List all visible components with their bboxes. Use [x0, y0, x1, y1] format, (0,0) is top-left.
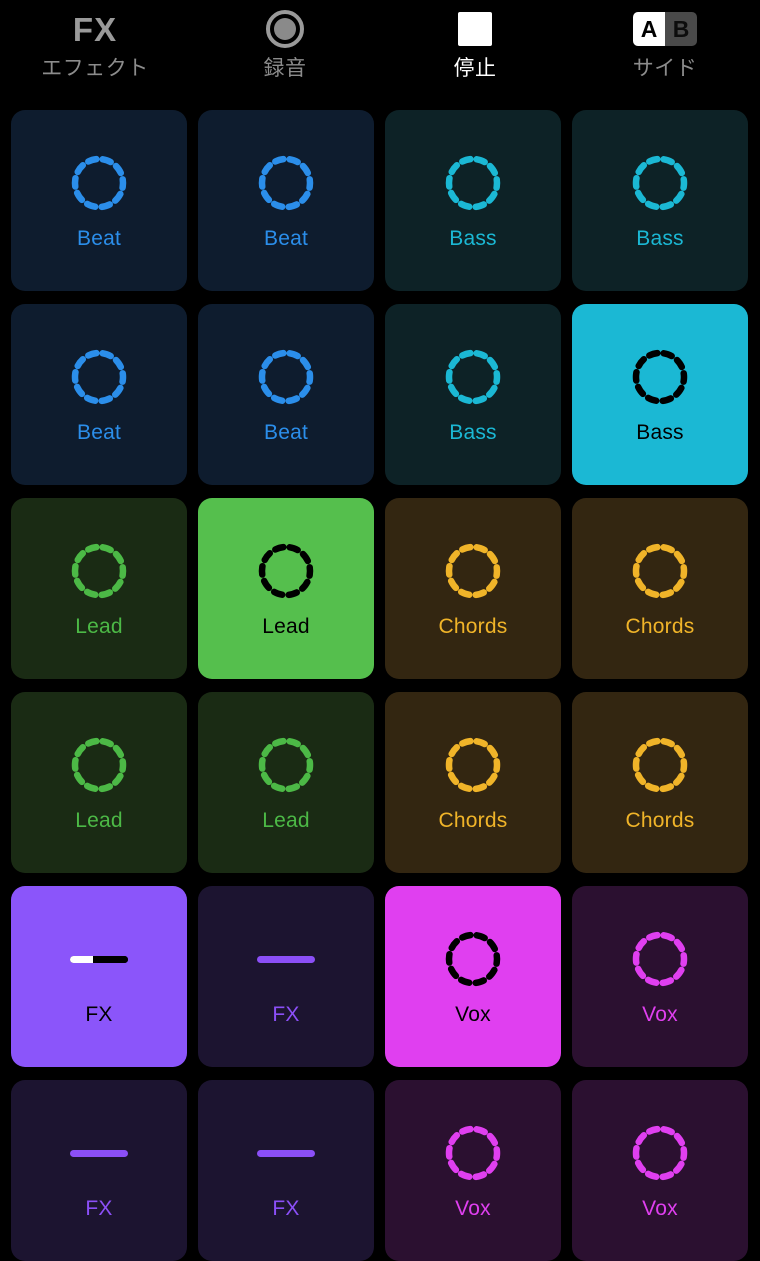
- pad-fx-16[interactable]: FX: [11, 886, 187, 1067]
- pad-fx-21[interactable]: FX: [198, 1080, 374, 1261]
- pad-label: Beat: [264, 227, 308, 250]
- pad-beat-1[interactable]: Beat: [198, 110, 374, 291]
- pad-label: Beat: [77, 421, 121, 444]
- toolbar-button-stop[interactable]: 停止: [380, 2, 570, 100]
- dashed-circle-icon: [629, 734, 691, 796]
- toolbar-button-record[interactable]: 録音: [190, 2, 380, 100]
- pad-label: FX: [272, 1197, 300, 1220]
- dashed-circle-icon: [68, 734, 130, 796]
- fx-icon-label: FX: [72, 10, 118, 48]
- record-ring: [266, 10, 304, 48]
- dashed-circle-icon: [442, 928, 504, 990]
- pad-label: Chords: [438, 615, 508, 638]
- pad-label: Lead: [75, 615, 123, 638]
- toolbar-button-side[interactable]: A B サイド: [570, 2, 760, 100]
- dashed-circle-icon: [629, 928, 691, 990]
- dashed-circle-icon: [442, 1122, 504, 1184]
- pad-label: FX: [85, 1003, 113, 1026]
- dashed-circle-icon: [255, 346, 317, 408]
- pad-label: Chords: [625, 615, 695, 638]
- top-toolbar: FX エフェクト 録音 停止 A B サイド: [0, 0, 760, 100]
- pad-fx-20[interactable]: FX: [11, 1080, 187, 1261]
- pad-bass-3[interactable]: Bass: [572, 110, 748, 291]
- pad-label: Vox: [642, 1197, 678, 1220]
- ab-toggle-a[interactable]: A: [633, 12, 665, 46]
- pad-chords-11[interactable]: Chords: [572, 498, 748, 679]
- pad-bass-2[interactable]: Bass: [385, 110, 561, 291]
- pad-label: Vox: [455, 1003, 491, 1026]
- loop-pad-grid: Beat Beat Bass Bass Beat Beat Bass Bass Lead Lead…: [11, 110, 749, 1261]
- toolbar-label-effects: エフェクト: [41, 57, 149, 80]
- pad-bass-6[interactable]: Bass: [385, 304, 561, 485]
- slider-icon: [255, 1122, 317, 1184]
- pad-lead-13[interactable]: Lead: [198, 692, 374, 873]
- record-dot: [274, 18, 296, 40]
- stop-icon: [458, 6, 492, 52]
- pad-label: Bass: [449, 227, 497, 250]
- toolbar-label-stop: 停止: [453, 57, 497, 80]
- dashed-circle-icon: [68, 540, 130, 602]
- dashed-circle-icon: [442, 734, 504, 796]
- stop-square: [458, 12, 492, 46]
- dashed-circle-icon: [442, 152, 504, 214]
- dashed-circle-icon: [629, 346, 691, 408]
- pad-lead-9[interactable]: Lead: [198, 498, 374, 679]
- pad-bass-7[interactable]: Bass: [572, 304, 748, 485]
- pad-vox-23[interactable]: Vox: [572, 1080, 748, 1261]
- pad-label: Chords: [625, 809, 695, 832]
- pad-lead-12[interactable]: Lead: [11, 692, 187, 873]
- ab-toggle-b[interactable]: B: [665, 12, 697, 46]
- pad-label: Bass: [636, 227, 684, 250]
- pad-label: Bass: [636, 421, 684, 444]
- pad-label: Chords: [438, 809, 508, 832]
- toolbar-label-record: 録音: [263, 57, 307, 80]
- pad-chords-14[interactable]: Chords: [385, 692, 561, 873]
- dashed-circle-icon: [629, 152, 691, 214]
- pad-beat-0[interactable]: Beat: [11, 110, 187, 291]
- pad-label: FX: [272, 1003, 300, 1026]
- pad-chords-15[interactable]: Chords: [572, 692, 748, 873]
- pad-chords-10[interactable]: Chords: [385, 498, 561, 679]
- pad-label: Beat: [264, 421, 308, 444]
- ab-toggle[interactable]: A B: [633, 12, 697, 46]
- dashed-circle-icon: [629, 1122, 691, 1184]
- pad-fx-17[interactable]: FX: [198, 886, 374, 1067]
- pad-beat-4[interactable]: Beat: [11, 304, 187, 485]
- pad-lead-8[interactable]: Lead: [11, 498, 187, 679]
- dashed-circle-icon: [442, 346, 504, 408]
- pad-vox-19[interactable]: Vox: [572, 886, 748, 1067]
- fx-text-icon: FX: [73, 6, 117, 52]
- toolbar-label-side: サイド: [632, 57, 698, 80]
- dashed-circle-icon: [255, 152, 317, 214]
- slider-icon: [68, 1122, 130, 1184]
- dashed-circle-icon: [255, 540, 317, 602]
- pad-vox-22[interactable]: Vox: [385, 1080, 561, 1261]
- record-icon: [266, 6, 304, 52]
- pad-label: Beat: [77, 227, 121, 250]
- pad-label: FX: [85, 1197, 113, 1220]
- dashed-circle-icon: [255, 734, 317, 796]
- pad-vox-18[interactable]: Vox: [385, 886, 561, 1067]
- slider-icon: [68, 928, 130, 990]
- pad-label: Lead: [75, 809, 123, 832]
- pad-label: Vox: [455, 1197, 491, 1220]
- toolbar-button-effects[interactable]: FX エフェクト: [0, 2, 190, 100]
- pad-label: Vox: [642, 1003, 678, 1026]
- pad-label: Lead: [262, 615, 310, 638]
- slider-icon: [255, 928, 317, 990]
- dashed-circle-icon: [68, 346, 130, 408]
- pad-label: Lead: [262, 809, 310, 832]
- dashed-circle-icon: [68, 152, 130, 214]
- pad-label: Bass: [449, 421, 497, 444]
- ab-toggle-icon: A B: [633, 6, 697, 52]
- dashed-circle-icon: [442, 540, 504, 602]
- pad-beat-5[interactable]: Beat: [198, 304, 374, 485]
- dashed-circle-icon: [629, 540, 691, 602]
